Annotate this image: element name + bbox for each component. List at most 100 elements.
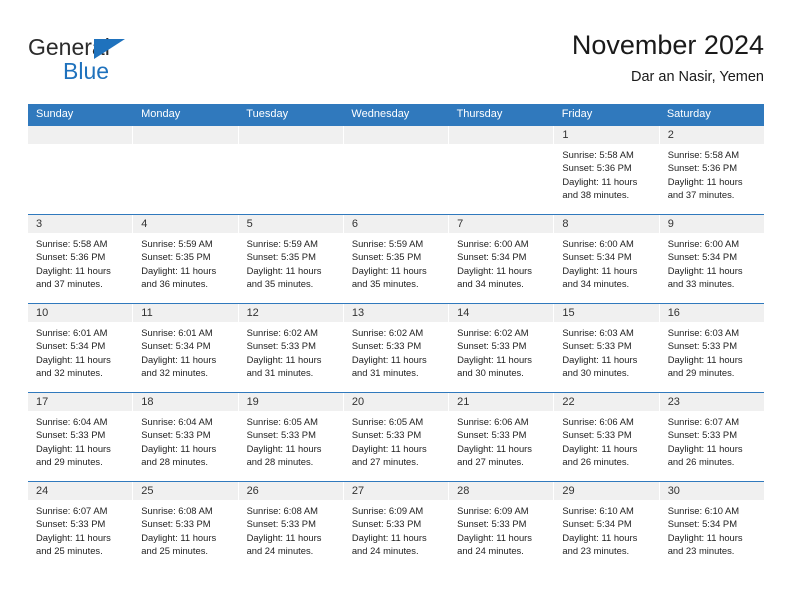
day-cell[interactable]: 17 Sunrise: 6:04 AM Sunset: 5:33 PM Dayl… xyxy=(28,393,134,481)
day-cell[interactable]: 4 Sunrise: 5:59 AM Sunset: 5:35 PM Dayli… xyxy=(133,215,239,303)
sunset-text: Sunset: 5:33 PM xyxy=(246,340,316,352)
daylight-text-cont: and 38 minutes. xyxy=(562,188,630,200)
week-row: 17 Sunrise: 6:04 AM Sunset: 5:33 PM Dayl… xyxy=(28,392,764,481)
day-info: Sunrise: 6:04 AM Sunset: 5:33 PM Dayligh… xyxy=(28,411,132,468)
day-cell[interactable]: 26 Sunrise: 6:08 AM Sunset: 5:33 PM Dayl… xyxy=(238,482,344,570)
day-cell[interactable]: 21 Sunrise: 6:06 AM Sunset: 5:33 PM Dayl… xyxy=(449,393,555,481)
day-number: 7 xyxy=(449,215,554,233)
daylight-text-cont: and 32 minutes. xyxy=(36,366,103,378)
day-cell[interactable]: 16 Sunrise: 6:03 AM Sunset: 5:33 PM Dayl… xyxy=(659,304,764,392)
sunrise-text: Sunrise: 5:58 AM xyxy=(36,238,108,249)
day-number: 20 xyxy=(343,393,449,411)
general-blue-logo[interactable]: General Blue xyxy=(28,34,178,90)
sunset-text: Sunset: 5:34 PM xyxy=(562,518,632,530)
day-cell[interactable]: 11 Sunrise: 6:01 AM Sunset: 5:34 PM Dayl… xyxy=(133,304,239,392)
daylight-text: Daylight: 11 hours xyxy=(141,264,217,276)
daylight-text-cont: and 27 minutes. xyxy=(457,455,524,467)
daylight-text: Daylight: 11 hours xyxy=(141,442,217,454)
day-number: 11 xyxy=(133,304,238,322)
day-cell[interactable]: 10 Sunrise: 6:01 AM Sunset: 5:34 PM Dayl… xyxy=(28,304,134,392)
day-cell[interactable] xyxy=(343,126,450,214)
day-number: 9 xyxy=(659,215,764,233)
page-header: General Blue November 2024 Dar an Nasir,… xyxy=(28,28,764,98)
day-cell[interactable]: 20 Sunrise: 6:05 AM Sunset: 5:33 PM Dayl… xyxy=(343,393,450,481)
day-cell[interactable] xyxy=(133,126,239,214)
day-info: Sunrise: 6:07 AM Sunset: 5:33 PM Dayligh… xyxy=(660,411,764,468)
daylight-text-cont: and 23 minutes. xyxy=(562,544,630,556)
sunrise-text: Sunrise: 6:08 AM xyxy=(141,505,213,516)
sunset-text: Sunset: 5:35 PM xyxy=(141,251,211,263)
sunset-text: Sunset: 5:33 PM xyxy=(36,429,106,441)
daylight-text-cont: and 31 minutes. xyxy=(351,366,419,378)
daylight-text-cont: and 31 minutes. xyxy=(246,366,314,378)
daylight-text-cont: and 33 minutes. xyxy=(667,277,735,289)
sunrise-text: Sunrise: 6:10 AM xyxy=(562,505,634,516)
day-cell[interactable]: 8 Sunrise: 6:00 AM Sunset: 5:34 PM Dayli… xyxy=(554,215,660,303)
day-info xyxy=(239,144,343,148)
day-info: Sunrise: 5:58 AM Sunset: 5:36 PM Dayligh… xyxy=(660,144,764,201)
day-cell[interactable]: 1 Sunrise: 5:58 AM Sunset: 5:36 PM Dayli… xyxy=(554,126,660,214)
daylight-text: Daylight: 11 hours xyxy=(667,175,743,187)
sunset-text: Sunset: 5:33 PM xyxy=(246,518,316,530)
daylight-text: Daylight: 11 hours xyxy=(141,353,217,365)
day-cell[interactable]: 19 Sunrise: 6:05 AM Sunset: 5:33 PM Dayl… xyxy=(238,393,344,481)
sunset-text: Sunset: 5:34 PM xyxy=(36,340,106,352)
daylight-text-cont: and 30 minutes. xyxy=(457,366,524,378)
day-number: 5 xyxy=(238,215,343,233)
day-cell[interactable]: 5 Sunrise: 5:59 AM Sunset: 5:35 PM Dayli… xyxy=(238,215,344,303)
day-number: 17 xyxy=(28,393,133,411)
day-number: 3 xyxy=(28,215,133,233)
day-info: Sunrise: 5:58 AM Sunset: 5:36 PM Dayligh… xyxy=(28,233,132,290)
day-cell[interactable] xyxy=(449,126,555,214)
day-cell[interactable]: 12 Sunrise: 6:02 AM Sunset: 5:33 PM Dayl… xyxy=(238,304,344,392)
day-cell[interactable]: 13 Sunrise: 6:02 AM Sunset: 5:33 PM Dayl… xyxy=(343,304,450,392)
sunset-text: Sunset: 5:33 PM xyxy=(562,340,632,352)
day-cell[interactable] xyxy=(28,126,134,214)
sunrise-text: Sunrise: 6:06 AM xyxy=(562,416,634,427)
daylight-text-cont: and 30 minutes. xyxy=(562,366,630,378)
daylight-text: Daylight: 11 hours xyxy=(246,531,322,543)
day-number: 6 xyxy=(343,215,449,233)
day-info: Sunrise: 6:08 AM Sunset: 5:33 PM Dayligh… xyxy=(133,500,237,557)
daylight-text-cont: and 36 minutes. xyxy=(141,277,208,289)
day-number: 23 xyxy=(659,393,764,411)
day-cell[interactable]: 28 Sunrise: 6:09 AM Sunset: 5:33 PM Dayl… xyxy=(449,482,555,570)
day-cell[interactable]: 9 Sunrise: 6:00 AM Sunset: 5:34 PM Dayli… xyxy=(659,215,764,303)
weekday-header-wednesday: Wednesday xyxy=(351,108,410,120)
daylight-text: Daylight: 11 hours xyxy=(36,531,111,543)
day-cell[interactable]: 2 Sunrise: 5:58 AM Sunset: 5:36 PM Dayli… xyxy=(659,126,764,214)
day-cell[interactable]: 27 Sunrise: 6:09 AM Sunset: 5:33 PM Dayl… xyxy=(343,482,450,570)
day-cell[interactable]: 30 Sunrise: 6:10 AM Sunset: 5:34 PM Dayl… xyxy=(659,482,764,570)
day-cell[interactable]: 25 Sunrise: 6:08 AM Sunset: 5:33 PM Dayl… xyxy=(133,482,239,570)
sunrise-text: Sunrise: 5:58 AM xyxy=(667,149,740,160)
sunset-text: Sunset: 5:33 PM xyxy=(667,429,737,441)
daylight-text: Daylight: 11 hours xyxy=(351,531,427,543)
sunrise-text: Sunrise: 6:07 AM xyxy=(667,416,740,427)
sunrise-text: Sunrise: 6:02 AM xyxy=(351,327,424,338)
sunset-text: Sunset: 5:33 PM xyxy=(351,429,422,441)
daylight-text: Daylight: 11 hours xyxy=(457,353,532,365)
daylight-text: Daylight: 11 hours xyxy=(562,442,638,454)
day-cell[interactable]: 6 Sunrise: 5:59 AM Sunset: 5:35 PM Dayli… xyxy=(343,215,450,303)
day-cell[interactable]: 29 Sunrise: 6:10 AM Sunset: 5:34 PM Dayl… xyxy=(554,482,660,570)
daylight-text-cont: and 37 minutes. xyxy=(667,188,735,200)
day-cell[interactable]: 14 Sunrise: 6:02 AM Sunset: 5:33 PM Dayl… xyxy=(449,304,555,392)
day-cell[interactable]: 15 Sunrise: 6:03 AM Sunset: 5:33 PM Dayl… xyxy=(554,304,660,392)
day-cell[interactable]: 24 Sunrise: 6:07 AM Sunset: 5:33 PM Dayl… xyxy=(28,482,134,570)
daylight-text-cont: and 32 minutes. xyxy=(141,366,208,378)
daylight-text-cont: and 28 minutes. xyxy=(141,455,208,467)
day-cell[interactable]: 18 Sunrise: 6:04 AM Sunset: 5:33 PM Dayl… xyxy=(133,393,239,481)
sunrise-text: Sunrise: 6:05 AM xyxy=(246,416,318,427)
day-cell[interactable]: 23 Sunrise: 6:07 AM Sunset: 5:33 PM Dayl… xyxy=(659,393,764,481)
day-number: 18 xyxy=(133,393,238,411)
day-cell[interactable]: 7 Sunrise: 6:00 AM Sunset: 5:34 PM Dayli… xyxy=(449,215,555,303)
sunrise-text: Sunrise: 6:08 AM xyxy=(246,505,318,516)
day-cell[interactable]: 3 Sunrise: 5:58 AM Sunset: 5:36 PM Dayli… xyxy=(28,215,134,303)
page-title: November 2024 xyxy=(571,30,764,60)
sunset-text: Sunset: 5:34 PM xyxy=(141,340,211,352)
day-info xyxy=(133,144,237,148)
day-cell[interactable] xyxy=(238,126,344,214)
day-cell[interactable]: 22 Sunrise: 6:06 AM Sunset: 5:33 PM Dayl… xyxy=(554,393,660,481)
sunrise-text: Sunrise: 6:01 AM xyxy=(36,327,108,338)
sunset-text: Sunset: 5:33 PM xyxy=(457,340,527,352)
